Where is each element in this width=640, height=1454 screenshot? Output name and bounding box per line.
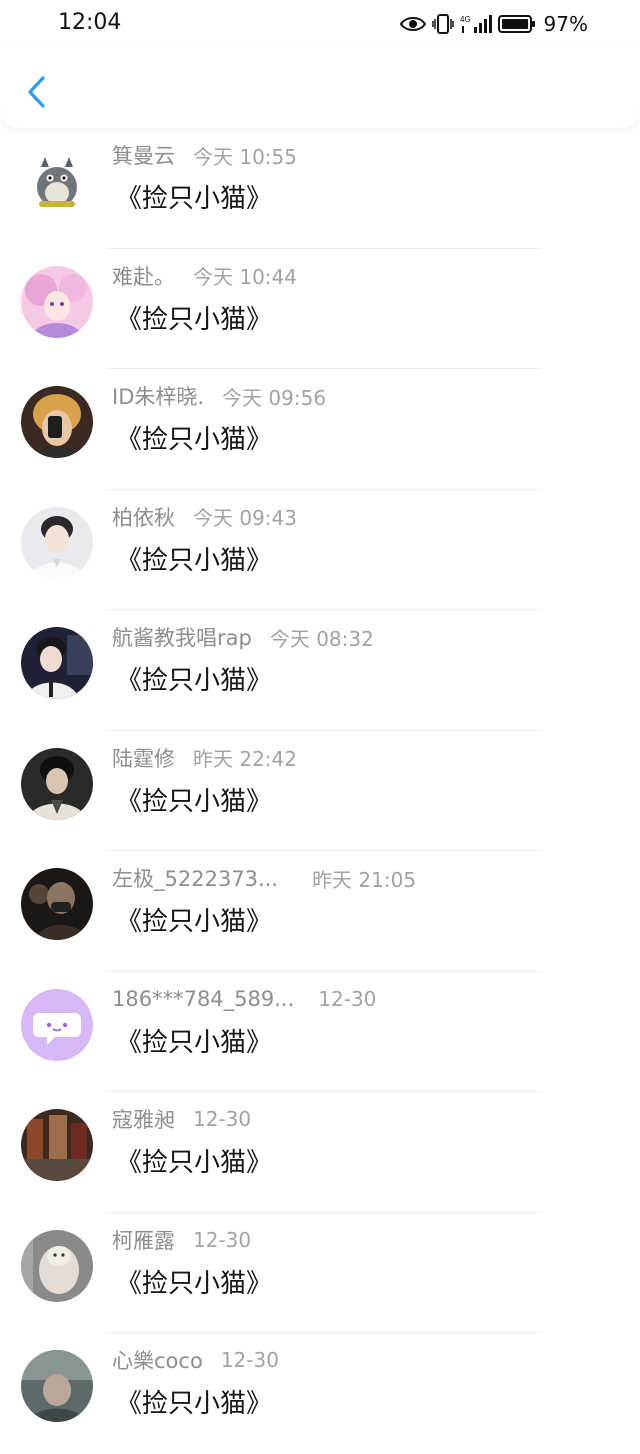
list-item[interactable]: 陆霆修 昨天 22:42 《捡只小猫》 — [0, 731, 640, 851]
sender-name: 寇雅昶 — [112, 1108, 175, 1132]
back-button[interactable] — [18, 74, 54, 114]
avatar[interactable] — [21, 627, 93, 699]
message-text: 《捡只小猫》 — [116, 666, 273, 696]
sender-name: 陆霆修 — [112, 746, 175, 771]
item-meta: 寇雅昶 12-30 — [112, 1104, 251, 1134]
item-meta: 陆霆修 昨天 22:42 — [112, 743, 297, 773]
network-type: 4G — [460, 15, 471, 24]
chevron-left-icon — [25, 75, 47, 113]
status-bar: 12:04 4G 97% — [0, 0, 640, 48]
status-time: 12:04 — [58, 10, 122, 35]
sender-name: 航酱教我唱rap — [112, 626, 252, 650]
item-meta: ID朱梓晓. 今天 09:56 — [112, 381, 326, 411]
message-time: 今天 08:32 — [269, 626, 374, 651]
message-time: 12-30 — [318, 986, 377, 1011]
list-item[interactable]: 心樂coco 12-30 《捡只小猫》 — [0, 1333, 640, 1454]
message-text: 《捡只小猫》 — [116, 1268, 273, 1299]
sender-name: 箕曼云 — [112, 144, 175, 168]
sender-name: 柯雁露 — [112, 1228, 175, 1253]
item-meta: 左极_5222373... 昨天 21:05 — [112, 863, 416, 893]
avatar[interactable] — [21, 386, 93, 458]
avatar[interactable] — [21, 145, 93, 217]
item-meta: 柏依秋 今天 09:43 — [112, 502, 297, 532]
eye-icon — [399, 15, 426, 33]
avatar[interactable] — [21, 747, 93, 820]
sender-name: 186***784_589... — [112, 986, 295, 1011]
avatar[interactable] — [21, 1109, 93, 1181]
message-time: 今天 09:43 — [193, 506, 297, 530]
battery-icon — [497, 14, 536, 34]
top-bar — [0, 48, 640, 128]
list-item[interactable]: 箕曼云 今天 10:55 《捡只小猫》 — [0, 128, 640, 249]
avatar[interactable] — [21, 868, 93, 940]
message-time: 12-30 — [193, 1227, 252, 1252]
avatar[interactable] — [21, 988, 93, 1061]
message-time: 今天 09:56 — [222, 385, 327, 410]
sender-name: 难赴。 — [112, 264, 175, 289]
avatar[interactable] — [21, 506, 93, 579]
item-meta: 难赴。 今天 10:44 — [112, 261, 297, 291]
avatar[interactable] — [21, 1229, 93, 1302]
message-text: 《捡只小猫》 — [116, 1389, 273, 1419]
sender-name: 左极_5222373... — [112, 867, 279, 891]
signal-icon: 4G — [460, 13, 492, 35]
message-list: 箕曼云 今天 10:55 《捡只小猫》 难赴。 今天 10:44 《捡只小猫》 — [0, 128, 640, 1454]
message-text: 《捡只小猫》 — [116, 1148, 273, 1178]
message-text: 《捡只小猫》 — [116, 1027, 273, 1058]
message-time: 今天 10:44 — [193, 265, 297, 289]
status-icons: 4G 97% — [399, 10, 588, 38]
list-item[interactable]: 186***784_589... 12-30 《捡只小猫》 — [0, 972, 640, 1092]
message-text: 《捡只小猫》 — [116, 184, 273, 214]
message-text: 《捡只小猫》 — [116, 425, 273, 455]
sender-name: 心樂coco — [112, 1349, 203, 1373]
sender-name: 柏依秋 — [112, 505, 175, 530]
message-time: 12-30 — [193, 1107, 252, 1131]
message-time: 今天 10:55 — [193, 144, 297, 169]
message-time: 昨天 21:05 — [312, 867, 417, 892]
message-text: 《捡只小猫》 — [116, 907, 273, 937]
vibrate-icon — [431, 13, 454, 35]
item-meta: 心樂coco 12-30 — [112, 1345, 279, 1375]
item-meta: 航酱教我唱rap 今天 08:32 — [112, 622, 374, 652]
item-meta: 箕曼云 今天 10:55 — [112, 140, 297, 170]
item-meta: 186***784_589... 12-30 — [112, 984, 376, 1014]
message-text: 《捡只小猫》 — [116, 786, 273, 817]
list-item[interactable]: 寇雅昶 12-30 《捡只小猫》 — [0, 1092, 640, 1213]
avatar[interactable] — [21, 1350, 93, 1422]
list-item[interactable]: 航酱教我唱rap 今天 08:32 《捡只小猫》 — [0, 610, 640, 731]
sender-name: ID朱梓晓. — [112, 385, 205, 409]
message-time: 昨天 22:42 — [193, 747, 297, 771]
battery-percent: 97% — [543, 12, 588, 36]
item-meta: 柯雁露 12-30 — [112, 1225, 251, 1255]
avatar[interactable] — [21, 265, 93, 338]
list-item[interactable]: 左极_5222373... 昨天 21:05 《捡只小猫》 — [0, 851, 640, 972]
message-text: 《捡只小猫》 — [116, 545, 273, 576]
list-item[interactable]: 柏依秋 今天 09:43 《捡只小猫》 — [0, 490, 640, 610]
list-item[interactable]: 柯雁露 12-30 《捡只小猫》 — [0, 1213, 640, 1333]
list-item[interactable]: 难赴。 今天 10:44 《捡只小猫》 — [0, 249, 640, 369]
message-time: 12-30 — [220, 1348, 279, 1372]
list-item[interactable]: ID朱梓晓. 今天 09:56 《捡只小猫》 — [0, 369, 640, 490]
message-text: 《捡只小猫》 — [116, 304, 273, 335]
